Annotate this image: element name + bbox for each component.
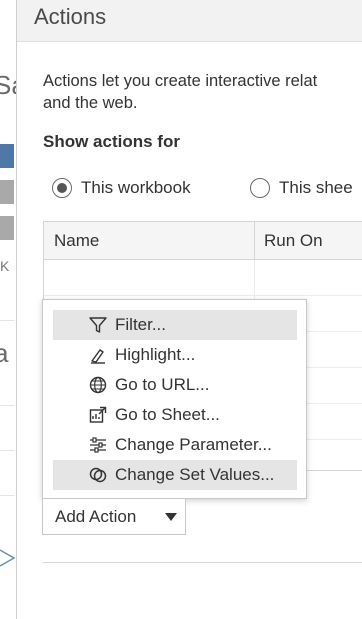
dialog-titlebar: Actions [17,0,362,42]
radio-this-workbook[interactable]: This workbook [52,176,191,200]
radio-label: This workbook [81,178,191,197]
background-workbook: Sa K a [0,0,16,619]
background-title-fragment: Sa [0,70,16,100]
background-divider [0,320,14,321]
background-line-chart [0,549,16,567]
menu-item-label: Highlight... [115,345,196,364]
menu-item-label: Change Set Values... [115,465,275,484]
radio-selected-icon [52,178,72,198]
menu-item-filter[interactable]: Filter... [53,310,297,340]
menu-item-go-to-url[interactable]: Go to URL... [53,370,297,400]
background-axis-label: K [0,258,10,274]
globe-icon [87,374,109,396]
table-row[interactable] [44,260,362,296]
table-header: Name Run On [44,222,362,260]
background-bar [0,180,14,204]
background-divider [0,495,14,496]
dialog-title: Actions [34,4,107,29]
dialog-divider [43,562,362,563]
add-action-button[interactable]: Add Action [42,499,186,535]
description-line: and the web. [43,94,138,112]
background-bar [0,144,14,168]
menu-item-label: Change Parameter... [115,435,272,454]
radio-this-sheet[interactable]: This shee [250,176,353,200]
background-sheet-fragment: a [0,338,9,368]
radio-label: This shee [279,178,353,197]
add-action-menu: Filter... Highlight... Go to URL... Go t… [42,299,307,499]
caret-down-icon [165,513,177,521]
menu-item-go-to-sheet[interactable]: Go to Sheet... [53,400,297,430]
add-action-label: Add Action [55,506,137,526]
menu-item-highlight[interactable]: Highlight... [53,340,297,370]
menu-item-change-set-values[interactable]: Change Set Values... [53,460,297,490]
menu-item-label: Go to Sheet... [115,405,220,424]
menu-item-label: Filter... [115,315,167,334]
radio-unselected-icon [250,178,270,198]
filter-icon [87,314,109,336]
sliders-icon [87,434,109,456]
set-values-icon [87,464,109,486]
column-header-run-on[interactable]: Run On [264,222,323,260]
background-bar [0,216,14,240]
dialog-description: Actions let you create interactive relat… [43,70,362,114]
go-to-sheet-icon [87,404,109,426]
menu-item-change-parameter[interactable]: Change Parameter... [53,430,297,460]
background-divider [0,450,14,451]
background-divider [0,405,14,406]
highlight-icon [87,344,109,366]
column-header-name[interactable]: Name [54,222,99,260]
show-actions-label: Show actions for [43,132,180,151]
column-divider [254,222,255,260]
description-line: Actions let you create interactive relat [43,72,318,90]
menu-item-label: Go to URL... [115,375,210,394]
